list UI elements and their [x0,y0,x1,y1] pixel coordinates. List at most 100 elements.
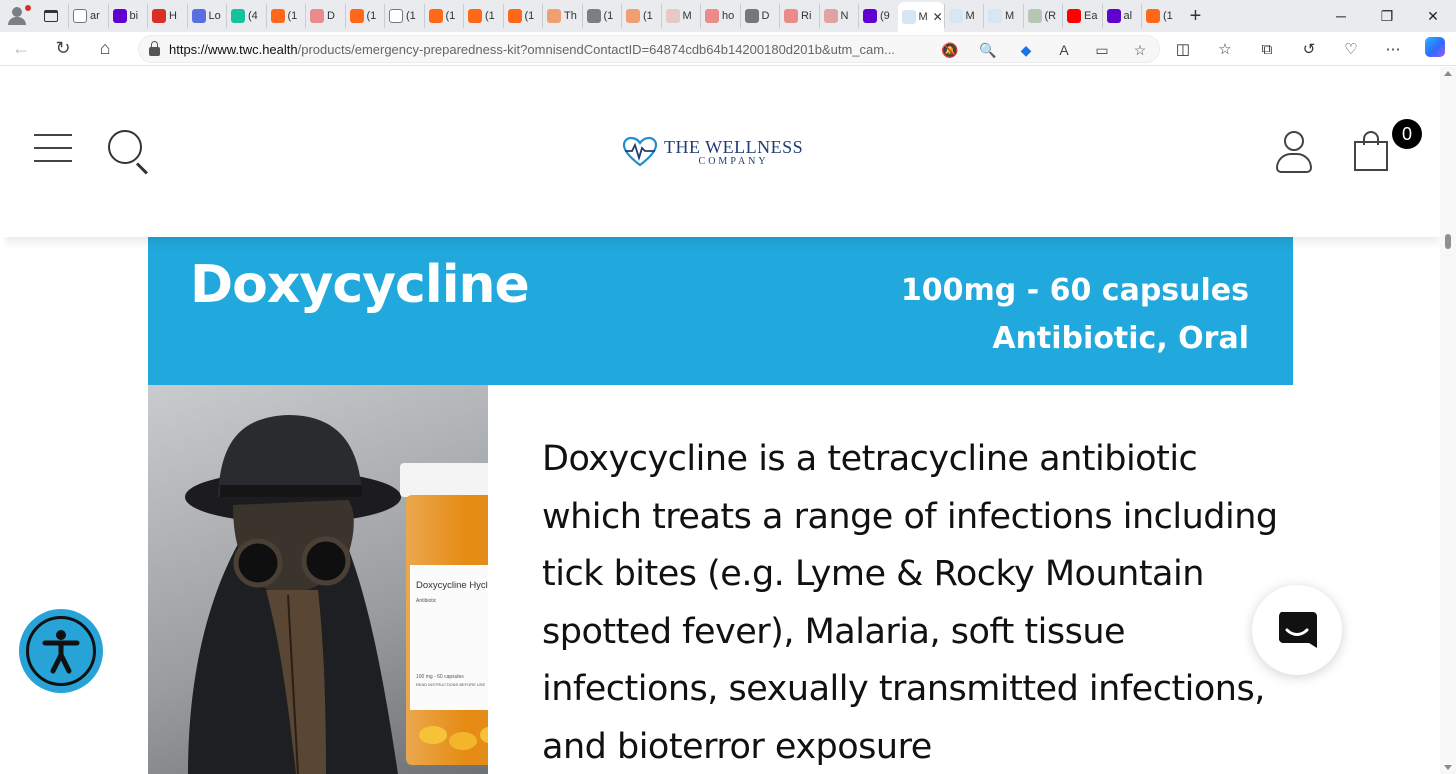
more-menu-icon[interactable]: ⋯ [1372,40,1414,58]
substack-icon [270,9,285,23]
tab-title: (1 [287,10,298,22]
restore-icon[interactable]: ❐ [1364,0,1410,32]
browser-tab[interactable]: (9 [858,4,898,28]
browser-tab-active[interactable]: M ✕ [897,2,944,32]
page-scrollbar[interactable] [1440,67,1456,774]
browser-tab[interactable]: ho [700,4,740,28]
browser-tab[interactable]: (R [1022,4,1063,28]
browser-tab[interactable]: Lo [186,4,227,28]
scroll-up-icon[interactable] [1444,71,1452,76]
scroll-thumb[interactable] [1445,234,1451,249]
browser-tab[interactable]: (1 [463,4,503,28]
immersive-reader-icon[interactable]: ▭ [1091,42,1113,59]
browser-tab[interactable]: ar [68,4,108,28]
person-icon [1027,9,1042,23]
product-title: Doxycycline [190,255,530,315]
browser-tab[interactable]: H [147,4,187,28]
address-bar[interactable]: https://www.twc.health/products/emergenc… [138,35,1160,63]
browser-tab[interactable]: N [818,4,859,28]
browser-tab[interactable]: D [305,4,345,28]
zoom-icon[interactable]: 🔍 [977,42,999,59]
browser-tab[interactable]: Ea [1062,4,1102,28]
browser-tab[interactable]: (1 [581,4,622,28]
r-icon [823,9,838,23]
browser-tab[interactable]: (1 [423,4,464,28]
youtube-icon [1067,9,1081,23]
substack-icon [428,9,443,23]
browser-tab[interactable]: Th [542,4,582,28]
tab-list: ar bi H Lo (4 (1 D (1 (1 (1 (1 (1 Th (1 (1 Mho D Ri N (9 M ✕ M… [68,0,1181,32]
browser-tab[interactable]: (1 [344,4,385,28]
chat-widget-button[interactable] [1252,585,1342,675]
youtube-icon [705,9,719,23]
favorite-star-icon[interactable]: ☆ [1129,42,1151,59]
url-host: https://www.twc.health [169,41,298,57]
cart-icon[interactable] [1354,131,1388,171]
home-icon[interactable]: ⌂ [84,32,126,66]
browser-tab[interactable]: D [739,4,780,28]
history-icon[interactable]: ↺ [1288,40,1330,58]
browser-tab[interactable]: M [983,4,1023,28]
tab-title: Th [564,10,577,22]
logo-name: THE WELLNESS [664,137,804,157]
browser-tab[interactable]: M [943,4,984,28]
tab-title: M [1005,10,1015,22]
bottle-instructions: READ INSTRUCTIONS BEFORE USE [416,682,485,687]
scroll-down-icon[interactable] [1444,765,1452,770]
accessibility-button[interactable] [19,609,103,693]
favorites-icon[interactable]: ☆ [1204,40,1246,58]
url-text[interactable]: https://www.twc.health/products/emergenc… [169,42,919,57]
new-tab-button[interactable]: + [1181,0,1211,32]
product-image: Doxycycline Hyclate Antibiotic 100 mg - … [148,385,488,774]
browser-tab-strip: ar bi H Lo (4 (1 D (1 (1 (1 (1 (1 Th (1 (1 Mho D Ri N (9 M ✕ M… [0,0,1456,32]
tab-title: H [169,10,177,22]
site-logo[interactable]: THE WELLNESS COMPANY [622,135,803,169]
pocket-icon [152,9,166,23]
tab-actions-icon[interactable] [34,0,68,32]
twc-icon [948,9,963,23]
yahoo-icon [1106,9,1121,23]
hamburger-menu-icon[interactable] [34,134,72,166]
read-aloud-icon[interactable]: A [1053,42,1075,58]
browser-tab[interactable]: Ri [779,4,819,28]
collections-icon[interactable]: ⧉ [1246,41,1288,58]
split-screen-icon[interactable]: ◫ [1162,40,1204,58]
coupon-tag-icon[interactable]: ◆ [1015,42,1037,59]
tab-title: D [327,10,335,22]
browser-tab[interactable]: (1 [1141,4,1181,28]
window-controls: ─ ❐ ✕ [1318,0,1456,32]
cart-count-badge: 0 [1392,119,1422,149]
copilot-icon[interactable] [1414,37,1456,61]
minimize-icon[interactable]: ─ [1318,0,1364,32]
substack-icon [1146,9,1160,23]
lock-icon[interactable] [139,40,169,56]
close-window-icon[interactable]: ✕ [1410,0,1456,32]
browser-tab[interactable]: (1 [621,4,661,28]
product-banner: Doxycycline 100mg - 60 capsules Antibiot… [148,237,1293,385]
bottle-quantity: 100 mg - 60 capsules [416,674,464,680]
refresh-icon[interactable]: ↻ [42,32,84,66]
bi-icon [665,9,680,23]
browser-tab[interactable]: (1 [502,4,543,28]
browser-essentials-icon[interactable]: ♡ [1330,40,1372,58]
browser-tab[interactable]: al [1101,4,1142,28]
tab-title: al [1123,10,1133,22]
profile-icon[interactable] [0,0,34,32]
logo-sub: COMPANY [698,156,769,167]
browser-toolbar: ← ↻ ⌂ https://www.twc.health/products/em… [0,32,1456,66]
notifications-blocked-icon[interactable]: 🔕 [939,42,961,59]
tab-title: D [761,10,770,22]
browser-tab[interactable]: (4 [226,4,266,28]
browser-tab[interactable]: bi [107,4,148,28]
account-icon[interactable] [1274,131,1314,175]
back-icon[interactable]: ← [0,32,42,66]
substack-icon [507,9,522,23]
browser-tab[interactable]: (1 [384,4,424,28]
search-icon[interactable] [108,130,152,175]
browser-tab[interactable]: (1 [265,4,306,28]
bottle-sublabel: Antibiotic [416,598,437,604]
browser-tab[interactable]: M [660,4,701,28]
tab-title: ho [722,10,735,22]
close-tab-icon[interactable]: ✕ [933,10,943,24]
tab-title: (1 [643,10,653,22]
